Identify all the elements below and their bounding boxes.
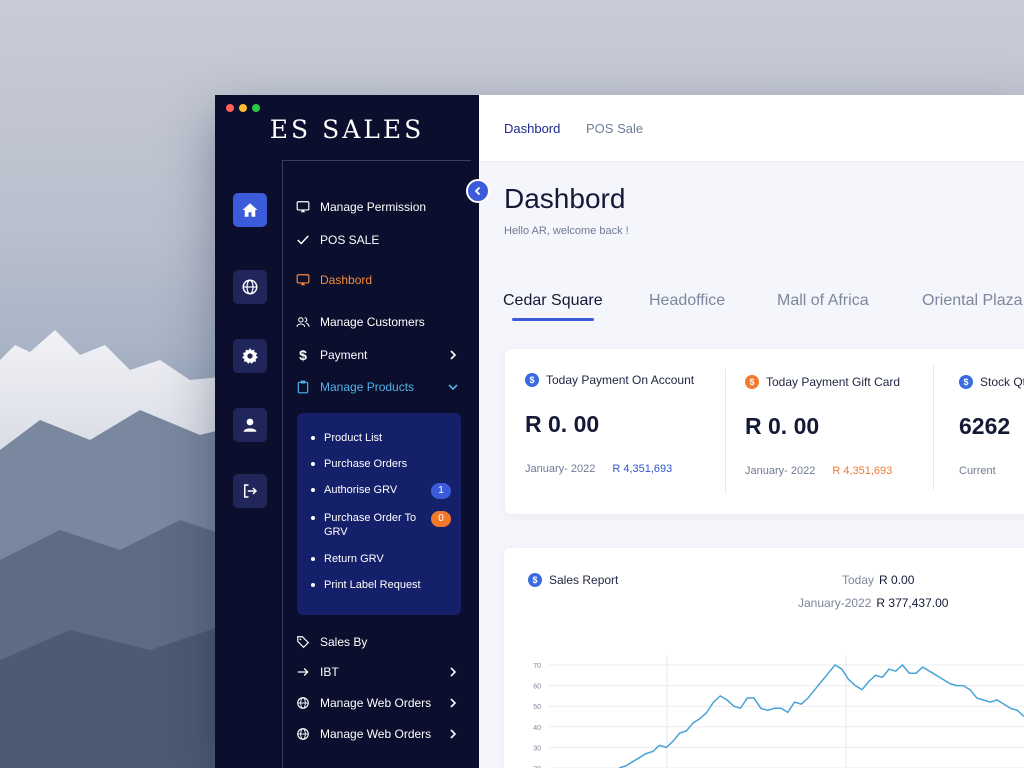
nav-manage-customers[interactable]: Manage Customers [296, 315, 458, 329]
minimize-window-dot[interactable] [239, 104, 247, 112]
stat-value: 6262 [959, 413, 1011, 439]
stat-period: Current [959, 465, 996, 477]
gear-icon [242, 348, 258, 364]
close-window-dot[interactable] [226, 104, 234, 112]
chevron-down-icon [448, 384, 458, 391]
dollar-coin-icon: $ [745, 375, 759, 389]
check-icon [297, 235, 309, 245]
dollar-coin-icon: $ [525, 373, 539, 387]
divider [283, 160, 471, 161]
stat-amount: R 4,351,693 [832, 465, 893, 477]
maximize-window-dot[interactable] [252, 104, 260, 112]
y-tick-label: 30 [533, 745, 541, 752]
submenu-authorise-grv[interactable]: Authorise GRV 1 [311, 483, 451, 499]
stat-stock-qty: $ Stock Qt 6262 Current [959, 375, 1024, 477]
tab-headoffice[interactable]: Headoffice [649, 292, 725, 310]
stat-period: January- 2022 [745, 465, 816, 477]
users-icon [296, 317, 310, 327]
collapse-sidebar-button[interactable] [466, 179, 490, 203]
stat-period: January- 2022 [525, 463, 596, 475]
y-tick-label: 50 [533, 704, 541, 711]
stat-payment-on-account: $ Today Payment On Account R 0. 00 Janua… [525, 373, 694, 475]
home-icon [242, 203, 258, 217]
active-tab-indicator [512, 318, 594, 321]
submenu-return-grv[interactable]: Return GRV [311, 552, 451, 566]
nav-manage-web-orders[interactable]: Manage Web Orders [296, 696, 458, 710]
submenu-purchase-order-to-grv[interactable]: Purchase Order To GRV 0 [311, 511, 451, 539]
tab-oriental-plaza[interactable]: Oriental Plaza [922, 292, 1023, 310]
sidebar: ES SALES Manage Permission POS SALE Dash… [215, 95, 479, 768]
tab-dashboard[interactable]: Dashbord [504, 121, 560, 136]
divider [282, 160, 283, 768]
rail-logout-button[interactable] [233, 474, 267, 508]
stat-value: R 0. 00 [745, 413, 820, 439]
stat-title: Today Payment Gift Card [766, 375, 901, 389]
tag-icon [297, 636, 310, 649]
rail-globe-button[interactable] [233, 270, 267, 304]
stat-title: Today Payment On Account [546, 373, 695, 387]
stats-card: $ Today Payment On Account R 0. 00 Janua… [505, 349, 1024, 514]
chevron-right-icon [450, 698, 457, 708]
globe-icon [297, 728, 309, 740]
sales-chart: 706050403020 [533, 655, 1024, 768]
logout-icon [244, 484, 258, 498]
nav-ibt[interactable]: IBT [296, 665, 458, 679]
tab-mall-of-africa[interactable]: Mall of Africa [777, 292, 869, 310]
divider [933, 365, 934, 490]
submenu-print-label-request[interactable]: Print Label Request [311, 578, 451, 592]
nav-manage-permission[interactable]: Manage Permission [296, 200, 458, 214]
app-window: ES SALES Manage Permission POS SALE Dash… [215, 95, 1024, 768]
page-title: Dashbord [504, 183, 626, 214]
stat-value: R 0. 00 [525, 411, 600, 437]
tab-pos-sale[interactable]: POS Sale [586, 121, 643, 136]
tab-cedar-square[interactable]: Cedar Square [503, 292, 603, 310]
y-tick-label: 40 [533, 725, 541, 732]
clipboard-icon [297, 380, 309, 394]
manage-products-submenu: Product List Purchase Orders Authorise G… [297, 413, 461, 615]
background-mountains [0, 330, 240, 768]
screen-icon [296, 201, 310, 213]
brand-logo: ES SALES [269, 115, 425, 144]
count-badge: 0 [431, 511, 451, 527]
rail-settings-button[interactable] [233, 339, 267, 373]
sales-line [618, 663, 1024, 768]
count-badge: 1 [431, 483, 451, 499]
nav-manage-products[interactable]: Manage Products [296, 380, 458, 394]
chevron-right-icon [450, 350, 457, 360]
window-controls [226, 104, 260, 112]
welcome-message: Hello AR, welcome back ! [504, 225, 629, 237]
rail-profile-button[interactable] [233, 408, 267, 442]
stat-payment-gift-card: $ Today Payment Gift Card R 0. 00 Januar… [745, 375, 900, 477]
globe-icon [242, 279, 258, 295]
y-tick-label: 60 [533, 684, 541, 691]
sales-report-title: $ Sales Report [528, 573, 618, 587]
y-tick-label: 70 [533, 663, 541, 670]
dollar-coin-icon: $ [959, 375, 973, 389]
chevron-left-icon [474, 186, 481, 196]
top-bar: Dashbord POS Sale [479, 95, 1024, 161]
divider [725, 369, 726, 494]
stat-amount: R 4,351,693 [612, 463, 673, 475]
report-month: January-2022 R 377,437.00 [798, 596, 949, 610]
stat-title: Stock Qt [980, 375, 1024, 389]
nav-sales-by[interactable]: Sales By [296, 635, 458, 649]
dollar-icon: $ [299, 347, 307, 363]
submenu-purchase-orders[interactable]: Purchase Orders [311, 457, 451, 471]
dollar-coin-icon: $ [528, 573, 542, 587]
chevron-right-icon [450, 729, 457, 739]
chevron-right-icon [450, 667, 457, 677]
submenu-product-list[interactable]: Product List [311, 431, 451, 445]
screen-icon [296, 274, 310, 286]
nav-manage-web-orders-2[interactable]: Manage Web Orders [296, 727, 458, 741]
nav-dashboard[interactable]: Dashbord [296, 273, 458, 287]
user-icon [243, 418, 257, 432]
nav-pos-sale[interactable]: POS SALE [296, 233, 458, 247]
globe-icon [297, 697, 309, 709]
arrow-right-icon [297, 668, 309, 676]
rail-home-button[interactable] [233, 193, 267, 227]
report-today: Today R 0.00 [842, 573, 915, 587]
nav-payment[interactable]: $ Payment [296, 347, 458, 363]
